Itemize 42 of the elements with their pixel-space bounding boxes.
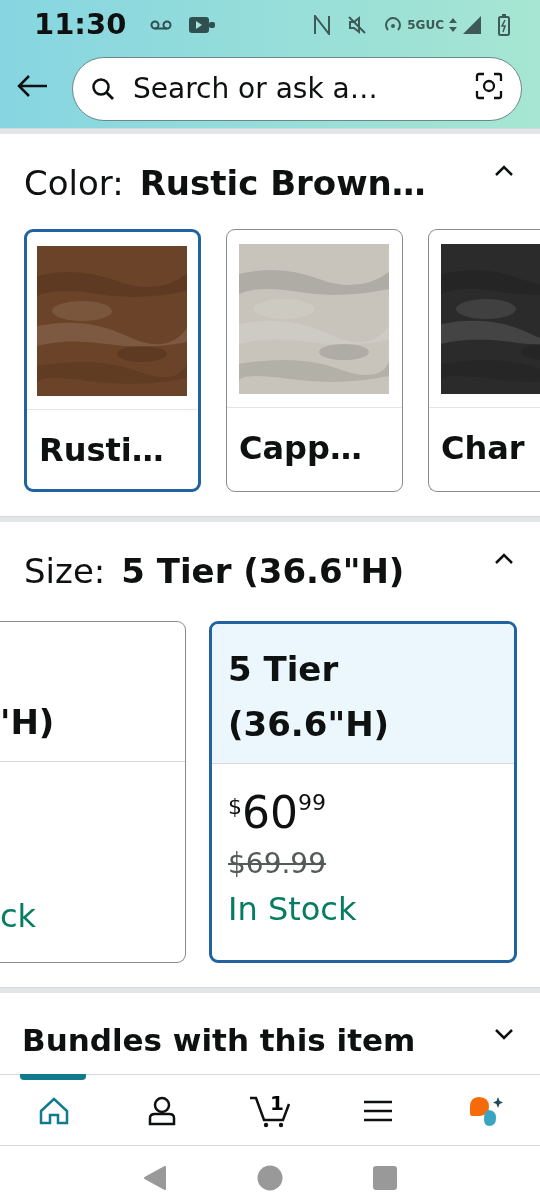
menu-icon [364, 1099, 392, 1122]
cart-count: 1 [270, 1089, 284, 1117]
mute-icon [347, 15, 368, 35]
search-icon [91, 77, 115, 101]
swatch-name: Char [440, 428, 526, 469]
battery-icon [498, 14, 510, 36]
color-swatch[interactable]: Capp… [226, 229, 403, 492]
size-label: 5 Tier (36.6"H) [228, 648, 391, 746]
clock-time: 11:30 [34, 6, 127, 44]
size-label: 'H) [0, 701, 56, 744]
search-input[interactable]: Search or ask a… [131, 67, 459, 111]
section-label: Size: [24, 550, 106, 593]
section-label: Color: [24, 162, 124, 205]
size-option-card[interactable]: 'H) ck [0, 621, 186, 963]
price: $^{$}$60$^{99}$ [228, 786, 327, 835]
stock-status: ck [0, 896, 38, 937]
color-swatch[interactable]: Rusti… [24, 229, 201, 492]
voicemail-icon [150, 19, 173, 31]
swatch-name: Capp… [238, 428, 363, 469]
video-icon [188, 16, 217, 34]
home-circle-icon [257, 1165, 283, 1191]
size-option-card[interactable]: 5 Tier (36.6"H) $^{$}$60$^{99}$ $69.99 In Stock [209, 621, 517, 963]
camera-icon [475, 71, 503, 100]
data-arrows-icon [448, 17, 458, 33]
color-swatch[interactable]: Char [428, 229, 540, 492]
list-price: $69.99 [228, 846, 327, 882]
signal-icon [462, 15, 482, 35]
section-heading: Bundles with this item [21, 1021, 417, 1060]
search-field[interactable]: Search or ask a… [72, 57, 522, 121]
network-label: 5GUC [407, 17, 444, 34]
selected-size-value: 5 Tier (36.6"H) [121, 550, 405, 593]
home-icon [39, 1096, 69, 1125]
nfc-icon [313, 15, 332, 35]
assistant-icon [468, 1094, 504, 1127]
recents-square-icon [373, 1166, 397, 1190]
nav-tab[interactable]: 1 [216, 1074, 324, 1147]
selected-color-value: Rustic Brown… [139, 162, 426, 205]
back-arrow-icon [16, 73, 48, 98]
back-triangle-icon [143, 1165, 167, 1191]
account-icon [148, 1095, 176, 1126]
stock-status: In Stock [228, 889, 358, 930]
swatch-name: Rusti… [38, 430, 165, 471]
